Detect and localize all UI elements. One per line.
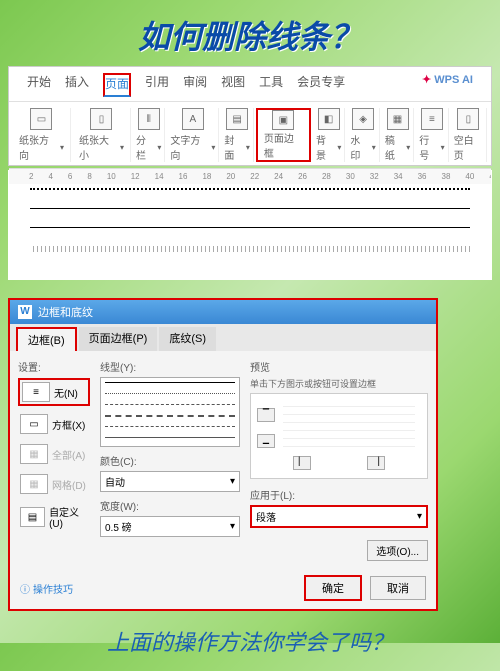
group-text-direction[interactable]: A文字方向▾: [167, 108, 219, 162]
page-border-icon: ▣: [272, 110, 294, 130]
paper-direction-icon: ▭: [30, 108, 52, 130]
chevron-down-icon: ▾: [230, 521, 235, 532]
tab-review[interactable]: 审阅: [183, 73, 207, 97]
setting-none[interactable]: ≡无(N): [18, 378, 90, 406]
group-blank-page[interactable]: ▯空白页: [451, 108, 487, 162]
tab-reference[interactable]: 引用: [145, 73, 169, 97]
group-paper-size[interactable]: ▯纸张大小▾: [73, 108, 131, 162]
paper-size-icon: ▯: [90, 108, 112, 130]
border-right-button[interactable]: ▕: [367, 456, 385, 470]
watermark-icon: ◈: [352, 108, 374, 130]
ribbon-tabs: 开始 插入 页面 引用 审阅 视图 工具 会员专享 ✦ WPS AI: [9, 67, 491, 102]
word-icon: W: [18, 305, 32, 319]
background-icon: ◧: [318, 108, 340, 130]
setting-all[interactable]: ▦全部(A): [18, 442, 90, 466]
group-line-number[interactable]: ≡行号▾: [416, 108, 448, 162]
color-select[interactable]: 自动▾: [100, 471, 240, 492]
document-area[interactable]: [8, 170, 492, 280]
border-left-button[interactable]: ▏: [293, 456, 311, 470]
text-direction-icon: A: [182, 108, 204, 130]
solid-line-1: [30, 208, 470, 209]
setting-grid[interactable]: ▦网格(D): [18, 472, 90, 496]
preview-column: 预览 单击下方图示或按钮可设置边框 ▔ ▁ ▏ ▕ 应用于(L): 段落▾ 选项…: [250, 359, 428, 561]
tab-insert[interactable]: 插入: [65, 73, 89, 97]
tab-start[interactable]: 开始: [27, 73, 51, 97]
options-button[interactable]: 选项(O)...: [367, 540, 428, 561]
wavy-line: [30, 246, 470, 252]
width-label: 宽度(W):: [100, 498, 240, 513]
columns-icon: ⫴: [138, 108, 160, 130]
group-cover[interactable]: ▤封面▾: [221, 108, 253, 162]
dialog-titlebar: W 边框和底纹: [10, 300, 436, 324]
footer-question: 上面的操作方法你学会了吗？: [0, 611, 500, 671]
preview-label: 预览: [250, 359, 428, 374]
borders-shading-dialog: W 边框和底纹 边框(B) 页面边框(P) 底纹(S) 设置: ≡无(N) ▭方…: [8, 298, 438, 611]
dialog-tab-page-border[interactable]: 页面边框(P): [79, 327, 158, 351]
line-style-list[interactable]: [100, 377, 240, 447]
group-watermark[interactable]: ◈水印▾: [347, 108, 379, 162]
preview-box[interactable]: ▔ ▁ ▏ ▕: [250, 393, 428, 479]
border-top-button[interactable]: ▔: [257, 408, 275, 422]
solid-line-2: [30, 227, 470, 228]
chevron-down-icon: ▾: [417, 511, 422, 522]
grid-icon: ▦: [20, 474, 48, 494]
style-column: 线型(Y): 颜色(C): 自动▾ 宽度(W): 0.5 磅▾: [100, 359, 240, 561]
ribbon-toolbar: ▭纸张方向▾ ▯纸张大小▾ ⫴分栏▾ A文字方向▾ ▤封面▾ ▣页面边框 ◧背景…: [9, 102, 491, 168]
dialog-title: 边框和底纹: [38, 304, 93, 320]
dialog-footer: ⓘ操作技巧 确定 取消: [10, 569, 436, 609]
line-number-icon: ≡: [421, 108, 443, 130]
box-icon: ▭: [20, 414, 48, 434]
preview-hint: 单击下方图示或按钮可设置边框: [250, 377, 428, 390]
dotted-line: [30, 188, 470, 190]
border-bottom-button[interactable]: ▁: [257, 434, 275, 448]
group-background[interactable]: ◧背景▾: [313, 108, 345, 162]
cancel-button[interactable]: 取消: [370, 576, 426, 600]
ruler: 2468101214161820222426283032343638404244: [9, 168, 491, 184]
custom-icon: ▤: [20, 507, 45, 527]
dialog-tabs: 边框(B) 页面边框(P) 底纹(S): [10, 324, 436, 351]
cover-icon: ▤: [226, 108, 248, 130]
tab-member[interactable]: 会员专享: [297, 73, 345, 97]
blank-page-icon: ▯: [457, 108, 479, 130]
operation-tips-link[interactable]: ⓘ操作技巧: [20, 581, 73, 596]
all-icon: ▦: [20, 444, 48, 464]
group-columns[interactable]: ⫴分栏▾: [133, 108, 165, 162]
page-title: 如何删除线条？: [0, 0, 500, 66]
chevron-down-icon: ▾: [230, 476, 235, 487]
info-icon: ⓘ: [20, 581, 30, 596]
tab-page[interactable]: 页面: [103, 73, 131, 97]
dialog-tab-border[interactable]: 边框(B): [16, 327, 77, 351]
tab-view[interactable]: 视图: [221, 73, 245, 97]
settings-column: 设置: ≡无(N) ▭方框(X) ▦全部(A) ▦网格(D) ▤自定义(U): [18, 359, 90, 561]
setting-box[interactable]: ▭方框(X): [18, 412, 90, 436]
group-page-border[interactable]: ▣页面边框: [256, 108, 311, 162]
dialog-tab-shading[interactable]: 底纹(S): [159, 327, 216, 351]
apply-label: 应用于(L):: [250, 487, 295, 502]
color-label: 颜色(C):: [100, 453, 240, 468]
wps-ribbon-panel: 开始 插入 页面 引用 审阅 视图 工具 会员专享 ✦ WPS AI ▭纸张方向…: [8, 66, 492, 166]
style-label: 线型(Y):: [100, 359, 240, 374]
setting-custom[interactable]: ▤自定义(U): [18, 502, 90, 532]
tab-tools[interactable]: 工具: [259, 73, 283, 97]
group-paper-direction[interactable]: ▭纸张方向▾: [13, 108, 71, 162]
wps-ai-label[interactable]: ✦ WPS AI: [422, 73, 473, 97]
ok-button[interactable]: 确定: [304, 575, 362, 601]
apply-to-select[interactable]: 段落▾: [250, 505, 428, 528]
manuscript-icon: ▦: [387, 108, 409, 130]
group-manuscript[interactable]: ▦稿纸▾: [382, 108, 414, 162]
width-select[interactable]: 0.5 磅▾: [100, 516, 240, 537]
settings-label: 设置:: [18, 359, 90, 374]
none-icon: ≡: [22, 382, 50, 402]
chevron-down-icon: ▾: [60, 143, 64, 152]
